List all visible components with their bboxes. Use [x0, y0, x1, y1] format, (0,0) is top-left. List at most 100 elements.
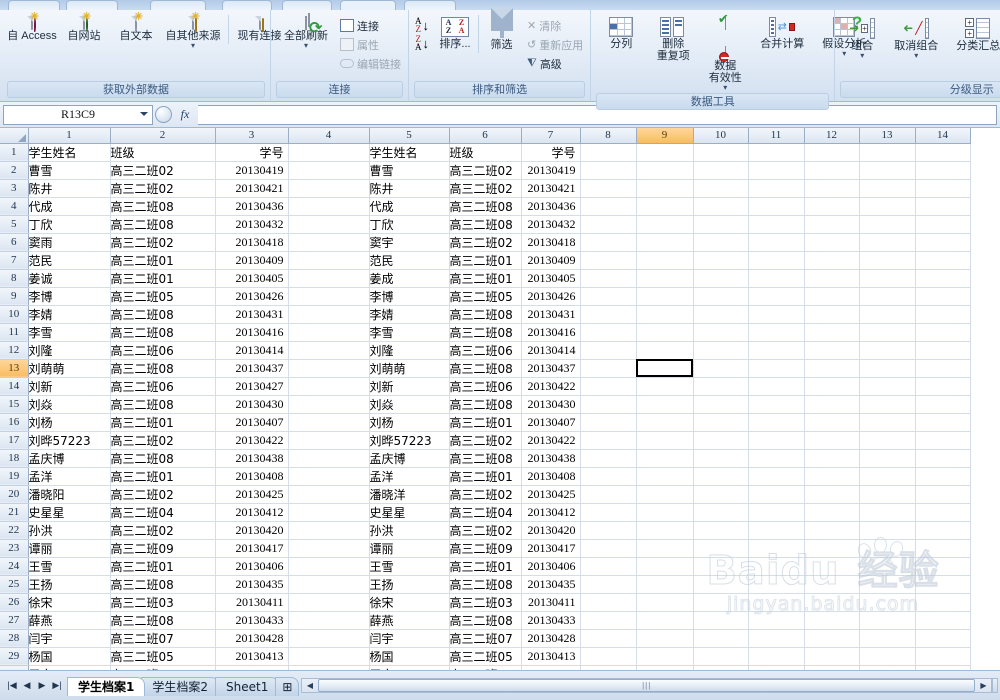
grid-cell[interactable]: 刘萌萌: [369, 359, 450, 378]
grid-cell[interactable]: 姜诚: [28, 269, 111, 288]
grid-cell[interactable]: [288, 611, 370, 630]
grid-cell[interactable]: [288, 251, 370, 270]
grid-cell[interactable]: [580, 449, 637, 468]
grid-cell[interactable]: 20130413: [215, 647, 289, 666]
grid-cell[interactable]: 20130422: [215, 431, 289, 450]
grid-cell[interactable]: [580, 359, 637, 378]
grid-cell[interactable]: [859, 449, 916, 468]
grid-cell[interactable]: [859, 611, 916, 630]
grid-cell[interactable]: [580, 503, 637, 522]
grid-cell[interactable]: [580, 143, 637, 162]
grid-cell[interactable]: [636, 629, 694, 648]
grid-cell[interactable]: 高三二班05: [449, 647, 522, 666]
row-header-13[interactable]: 13: [0, 359, 29, 378]
grid-cell[interactable]: [636, 161, 694, 180]
grid-cell[interactable]: [580, 305, 637, 324]
grid-cell[interactable]: [748, 233, 805, 252]
ribbon-tab-sliver-2[interactable]: [66, 0, 118, 10]
grid-cell[interactable]: 刘新: [369, 377, 450, 396]
row-header-27[interactable]: 27: [0, 611, 29, 630]
row-header-15[interactable]: 15: [0, 395, 29, 414]
grid-cell[interactable]: [580, 233, 637, 252]
grid-cell[interactable]: [580, 521, 637, 540]
grid-cell[interactable]: [915, 431, 971, 450]
row-header-25[interactable]: 25: [0, 575, 29, 594]
edit-links-button[interactable]: 编辑链接: [337, 54, 404, 73]
last-sheet-button[interactable]: ▶|: [50, 678, 64, 694]
grid-cell[interactable]: 20130433: [215, 611, 289, 630]
ribbon-tab-sliver-1[interactable]: [8, 0, 60, 10]
grid-cell[interactable]: [915, 539, 971, 558]
grid-cell[interactable]: 高三二班08: [110, 611, 216, 630]
grid-cell[interactable]: 学生姓名: [28, 143, 111, 162]
grid-cell[interactable]: [859, 377, 916, 396]
grid-cell[interactable]: [288, 539, 370, 558]
grid-cell[interactable]: 20130428: [215, 629, 289, 648]
grid-cell[interactable]: [636, 449, 694, 468]
grid-cell[interactable]: [693, 269, 749, 288]
grid-cell[interactable]: [288, 413, 370, 432]
grid-cell[interactable]: 高三二班03: [449, 593, 522, 612]
grid-cell[interactable]: [748, 611, 805, 630]
sort-ascending-button[interactable]: AZ ↓: [415, 17, 429, 34]
grid-cell[interactable]: 高三二班08: [449, 197, 522, 216]
grid-cell[interactable]: [693, 611, 749, 630]
from-web-button[interactable]: ✳ 自网站: [58, 12, 110, 44]
grid-cell[interactable]: [580, 215, 637, 234]
grid-cell[interactable]: 刘晔57223: [369, 431, 450, 450]
grid-cell[interactable]: 刘萌萌: [28, 359, 111, 378]
grid-cell[interactable]: [859, 233, 916, 252]
grid-cell[interactable]: 史星星: [369, 503, 450, 522]
grid-cell[interactable]: [288, 305, 370, 324]
grid-cell[interactable]: 20130425: [215, 485, 289, 504]
grid-cell[interactable]: [804, 557, 860, 576]
grid-cell[interactable]: 高三二班06: [449, 341, 522, 360]
grid-cell[interactable]: [636, 611, 694, 630]
row-header-9[interactable]: 9: [0, 287, 29, 306]
grid-cell[interactable]: 高三二班08: [449, 305, 522, 324]
grid-cell[interactable]: 20130435: [521, 575, 581, 594]
grid-cell[interactable]: [636, 269, 694, 288]
grid-cell[interactable]: [748, 629, 805, 648]
grid-cell[interactable]: [804, 377, 860, 396]
grid-cell[interactable]: [288, 521, 370, 540]
grid-cell[interactable]: 孟庆博: [28, 449, 111, 468]
grid-cell[interactable]: [859, 629, 916, 648]
grid-cell[interactable]: [804, 503, 860, 522]
grid-cell[interactable]: [693, 395, 749, 414]
grid-cell[interactable]: 高三二班04: [110, 503, 216, 522]
grid-cell[interactable]: [693, 197, 749, 216]
grid-cell[interactable]: 高三二班05: [449, 287, 522, 306]
grid-cell[interactable]: [748, 269, 805, 288]
grid-cell[interactable]: 高三二班08: [110, 395, 216, 414]
grid-cell[interactable]: [636, 179, 694, 198]
formula-bar-expand-button[interactable]: [155, 106, 172, 123]
grid-cell[interactable]: [804, 629, 860, 648]
grid-cell[interactable]: [580, 179, 637, 198]
grid-cell[interactable]: [288, 377, 370, 396]
grid-cell[interactable]: 曹雪: [28, 161, 111, 180]
grid-cell[interactable]: 20130436: [521, 197, 581, 216]
grid-cell[interactable]: [859, 143, 916, 162]
scroll-right-button[interactable]: ▶: [976, 679, 991, 692]
grid-cell[interactable]: 20130412: [215, 503, 289, 522]
grid-cell[interactable]: [804, 539, 860, 558]
grid-cell[interactable]: [804, 251, 860, 270]
grid-cell[interactable]: [915, 413, 971, 432]
grid-cell[interactable]: [748, 575, 805, 594]
grid-cell[interactable]: [748, 143, 805, 162]
grid-cell[interactable]: [580, 269, 637, 288]
grid-cell[interactable]: [748, 161, 805, 180]
grid-cell[interactable]: [636, 485, 694, 504]
grid-cell[interactable]: 高三二班05: [110, 287, 216, 306]
grid-cell[interactable]: [288, 161, 370, 180]
grid-cell[interactable]: [859, 287, 916, 306]
grid-cell[interactable]: [580, 395, 637, 414]
grid-cell[interactable]: 20130438: [215, 449, 289, 468]
grid-cell[interactable]: 20130425: [521, 485, 581, 504]
grid-cell[interactable]: [859, 539, 916, 558]
column-header-10[interactable]: 10: [693, 128, 749, 144]
grid-cell[interactable]: 20130431: [521, 305, 581, 324]
grid-cell[interactable]: 20130422: [521, 431, 581, 450]
grid-cell[interactable]: [748, 305, 805, 324]
